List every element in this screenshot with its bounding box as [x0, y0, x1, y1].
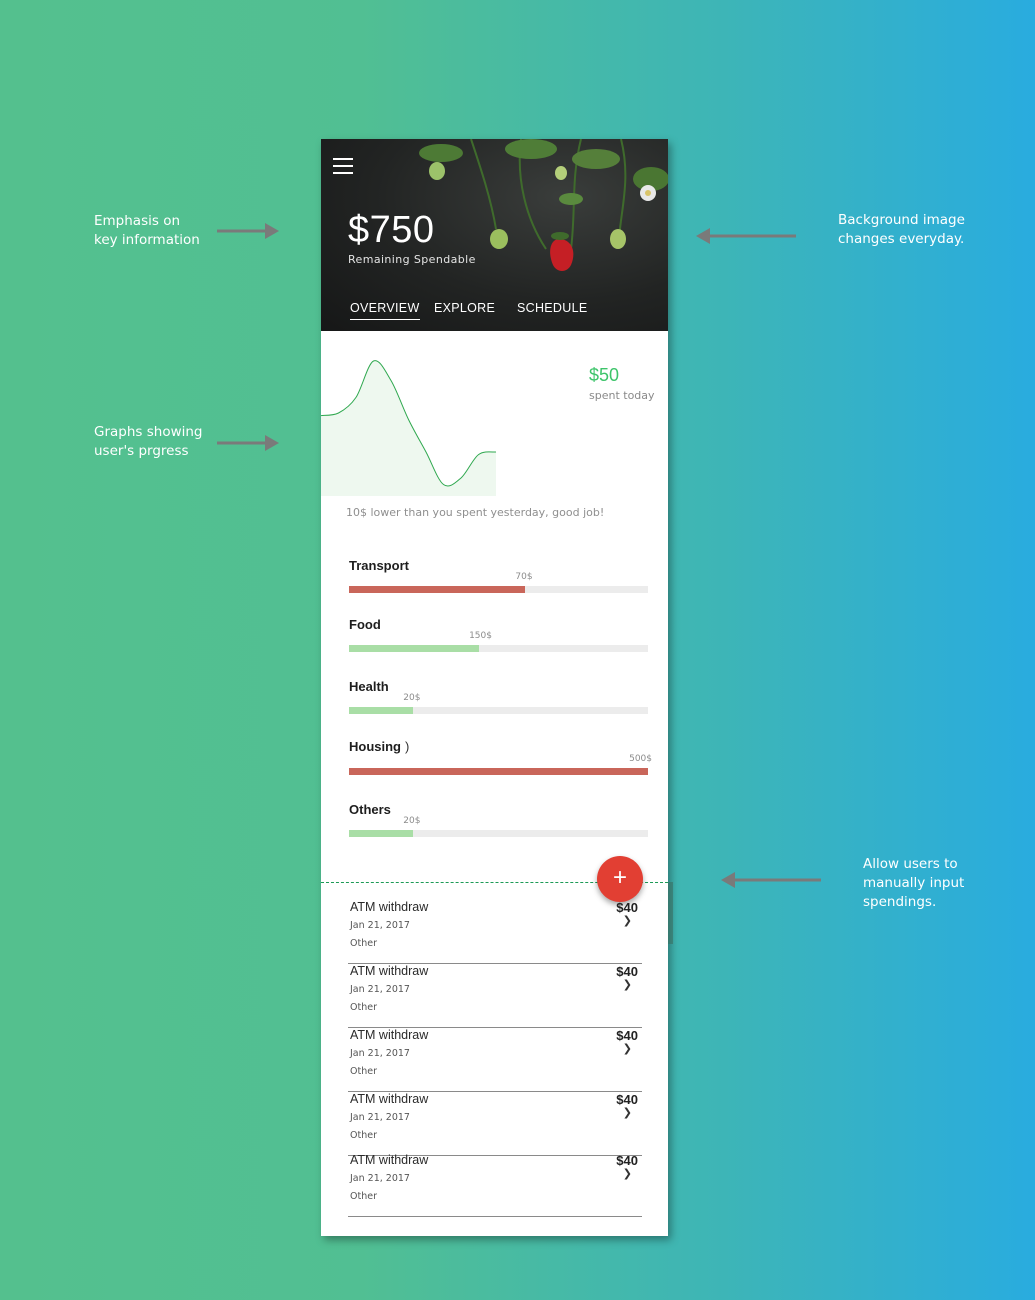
chevron-right-icon[interactable]: ❯ — [623, 1167, 632, 1180]
transaction-row[interactable]: ATM withdraw Jan 21, 2017 Other $40 ❯ — [348, 964, 642, 1028]
arrow-right-icon — [217, 223, 279, 239]
category-housing[interactable]: Housing) 500$ — [349, 739, 652, 779]
chart-area-fill — [321, 360, 496, 496]
transaction-date: Jan 21, 2017 — [350, 1173, 410, 1184]
transaction-title: ATM withdraw — [350, 1153, 429, 1167]
transaction-title: ATM withdraw — [350, 1028, 429, 1042]
transaction-date: Jan 21, 2017 — [350, 1112, 410, 1123]
category-progress-fill — [349, 830, 414, 837]
hamburger-menu-icon[interactable] — [333, 158, 353, 174]
category-amount: 20$ — [403, 816, 421, 826]
category-name: Others — [349, 802, 391, 817]
chevron-right-icon[interactable]: ❯ — [623, 978, 632, 991]
header-hero: $750 Remaining Spendable OVERVIEW EXPLOR… — [321, 139, 668, 331]
category-progress-track — [349, 707, 648, 714]
category-name-text: Transport — [349, 558, 409, 573]
category-progress-track — [349, 586, 648, 593]
transaction-title: ATM withdraw — [350, 1092, 429, 1106]
category-name-text: Housing — [349, 739, 401, 754]
annotation-graphs: Graphs showing user's prgress — [94, 424, 203, 459]
category-health[interactable]: Health 20$ — [349, 679, 648, 719]
arrow-left-icon — [721, 872, 821, 888]
transaction-category: Other — [350, 1002, 377, 1013]
transaction-category: Other — [350, 1130, 377, 1141]
plus-icon: + — [612, 864, 627, 891]
transaction-category: Other — [350, 1066, 377, 1077]
remaining-amount: $750 — [348, 209, 435, 251]
category-amount: 20$ — [403, 693, 421, 703]
tab-explore[interactable]: EXPLORE — [434, 301, 495, 319]
spending-chart — [321, 360, 497, 496]
list-edge-shadow — [668, 882, 673, 944]
category-transport[interactable]: Transport 70$ — [349, 558, 648, 598]
arrow-left-icon — [696, 228, 796, 244]
transaction-category: Other — [350, 938, 377, 949]
category-name: Transport — [349, 558, 409, 573]
transaction-amount: $40 — [616, 1153, 638, 1168]
category-progress-fill — [349, 645, 480, 652]
add-spending-button[interactable]: + — [597, 856, 643, 902]
category-others[interactable]: Others 20$ — [349, 802, 648, 842]
category-progress-track — [349, 768, 648, 775]
category-name-text: Health — [349, 679, 389, 694]
chevron-right-icon[interactable]: ❯ — [623, 1042, 632, 1055]
annotation-manual-input: Allow users to manually input spendings. — [863, 856, 965, 910]
category-progress-fill — [349, 768, 648, 775]
today-spent-label: spent today — [589, 389, 655, 402]
transaction-row[interactable]: ATM withdraw Jan 21, 2017 Other $40 ❯ — [348, 1092, 642, 1156]
phone-screen: $750 Remaining Spendable OVERVIEW EXPLOR… — [321, 139, 673, 1236]
transaction-title: ATM withdraw — [350, 900, 429, 914]
category-progress-track — [349, 645, 648, 652]
category-name: Food — [349, 617, 381, 632]
transaction-amount: $40 — [616, 1028, 638, 1043]
transaction-category: Other — [350, 1191, 377, 1202]
remaining-label: Remaining Spendable — [348, 253, 476, 266]
today-spent-amount: $50 — [589, 365, 620, 385]
category-progress-fill — [349, 707, 414, 714]
transaction-title: ATM withdraw — [350, 964, 429, 978]
category-name-suffix: ) — [405, 739, 410, 754]
category-amount: 150$ — [469, 631, 492, 641]
category-name-text: Food — [349, 617, 381, 632]
category-amount: 70$ — [515, 572, 533, 582]
tab-bar: OVERVIEW EXPLORE SCHEDULE — [321, 301, 668, 329]
transaction-amount: $40 — [616, 1092, 638, 1107]
chevron-right-icon[interactable]: ❯ — [623, 914, 632, 927]
tab-schedule[interactable]: SCHEDULE — [517, 301, 587, 319]
category-progress-fill — [349, 586, 526, 593]
arrow-right-icon — [217, 435, 279, 451]
category-progress-track — [349, 830, 648, 837]
transaction-row[interactable]: ATM withdraw Jan 21, 2017 Other $40 ❯ — [348, 1153, 642, 1217]
category-name: Housing) — [349, 739, 409, 754]
annotation-background: Background image changes everyday. — [838, 212, 965, 247]
transaction-date: Jan 21, 2017 — [350, 984, 410, 995]
category-amount: 500$ — [629, 754, 652, 764]
transaction-amount: $40 — [616, 964, 638, 979]
tab-overview[interactable]: OVERVIEW — [350, 301, 420, 320]
transaction-row[interactable]: ATM withdraw Jan 21, 2017 Other $40 ❯ — [348, 1028, 642, 1092]
transaction-date: Jan 21, 2017 — [350, 1048, 410, 1059]
category-name-text: Others — [349, 802, 391, 817]
category-name: Health — [349, 679, 389, 694]
transaction-amount: $40 — [616, 900, 638, 915]
chevron-right-icon[interactable]: ❯ — [623, 1106, 632, 1119]
annotation-emphasis: Emphasis on key information — [94, 213, 200, 248]
category-food[interactable]: Food 150$ — [349, 617, 648, 657]
comparison-message: 10$ lower than you spent yesterday, good… — [346, 506, 605, 519]
transaction-row[interactable]: ATM withdraw Jan 21, 2017 Other $40 ❯ — [348, 900, 642, 964]
transaction-date: Jan 21, 2017 — [350, 920, 410, 931]
